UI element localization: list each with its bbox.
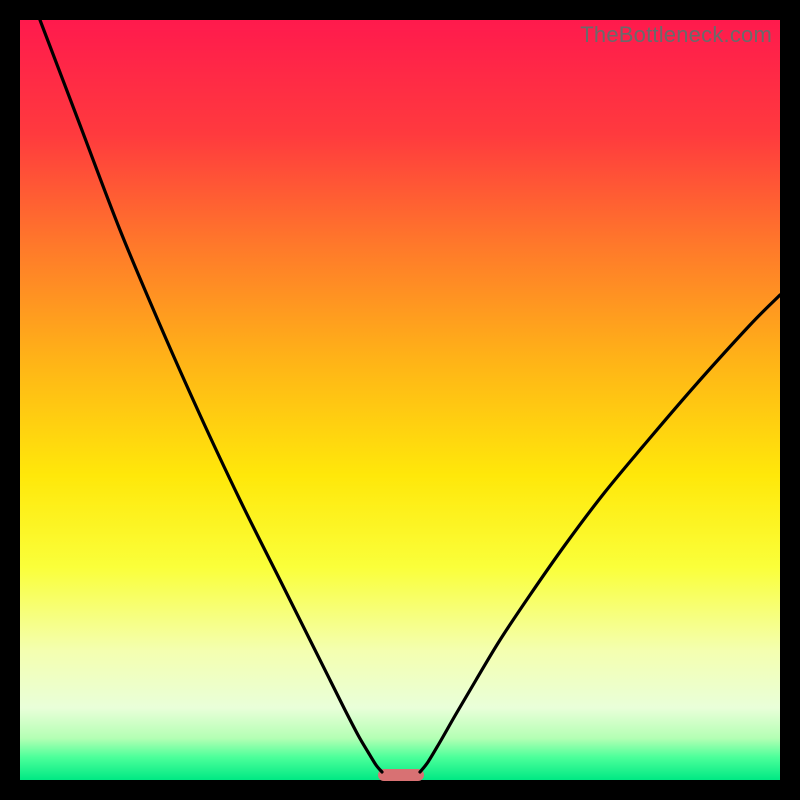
bottleneck-curve: [20, 20, 780, 780]
chart-frame: TheBottleneck.com: [20, 20, 780, 780]
watermark-text: TheBottleneck.com: [580, 22, 772, 48]
